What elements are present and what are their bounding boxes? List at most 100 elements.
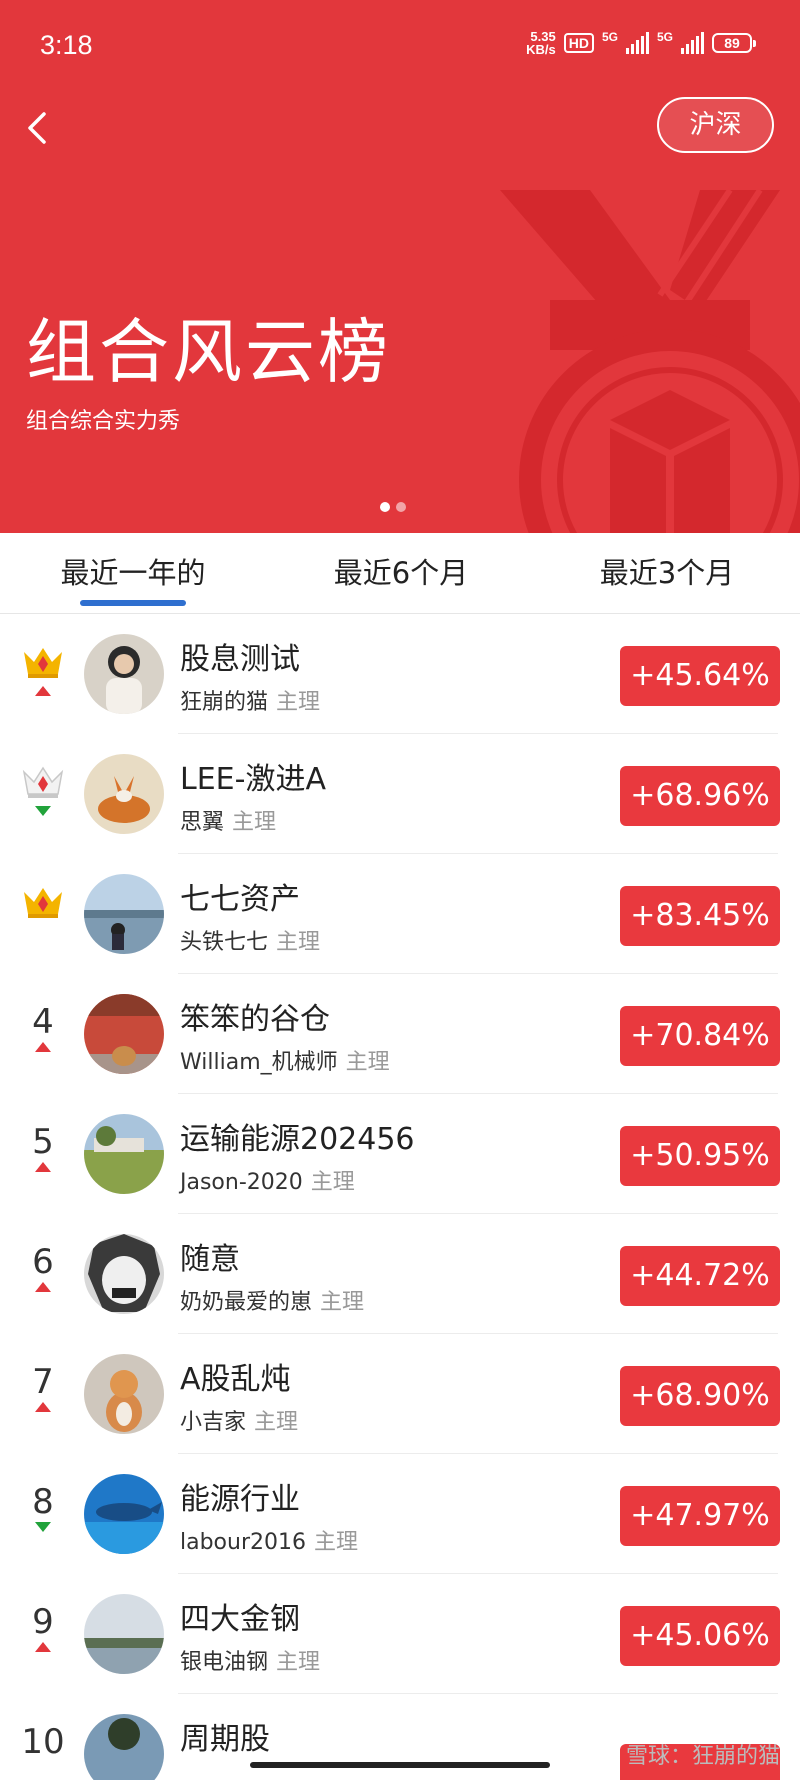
gold-crown-icon	[24, 888, 62, 918]
rank-number: 9	[32, 1602, 54, 1642]
owner-name[interactable]: 银电油钢	[180, 1650, 268, 1675]
portfolio-name[interactable]: 周期股	[180, 1714, 270, 1758]
trend-down-icon	[35, 806, 51, 816]
rank-indicator: 8	[16, 1484, 70, 1544]
owner-info: William_机械师 主理	[180, 1044, 390, 1076]
rank-indicator	[16, 764, 70, 824]
owner-info: 银电油钢 主理	[180, 1644, 320, 1676]
rank-number: 5	[32, 1122, 54, 1162]
return-badge: +70.84%	[620, 1006, 780, 1066]
portfolio-name[interactable]: 运输能源202456	[180, 1114, 415, 1158]
page-subtitle: 组合综合实力秀	[26, 409, 181, 434]
portfolio-name[interactable]: A股乱炖	[180, 1354, 291, 1398]
avatar	[84, 1474, 164, 1554]
owner-info: 思翼 主理	[180, 804, 276, 836]
tab-six-months[interactable]: 最近6个月	[308, 533, 494, 613]
trend-up-icon	[35, 1282, 51, 1292]
owner-info: labour2016 主理	[180, 1524, 358, 1556]
list-item[interactable]: 9 四大金钢 银电油钢 主理 +45.06%	[0, 1574, 800, 1694]
tab-three-months[interactable]: 最近3个月	[574, 533, 760, 613]
owner-name[interactable]: Jason-2020	[180, 1170, 303, 1195]
list-item[interactable]: LEE-激进A 思翼 主理 +68.96%	[0, 734, 800, 854]
owner-info: Jason-2020 主理	[180, 1164, 355, 1196]
network-type-1: 5G	[601, 30, 618, 44]
avatar	[84, 874, 164, 954]
owner-name[interactable]: 头铁七七	[180, 930, 268, 955]
carousel-dot[interactable]	[396, 502, 406, 512]
status-bar: 3:18 5.35 KB/s HD 5G 5G 89	[0, 0, 800, 96]
list-item[interactable]: 七七资产 头铁七七 主理 +83.45%	[0, 854, 800, 974]
owner-name[interactable]: 小吉家	[180, 1410, 246, 1435]
carousel-dot[interactable]	[380, 502, 390, 512]
role-label: 主理	[254, 1410, 299, 1435]
portfolio-name[interactable]: 能源行业	[180, 1474, 300, 1518]
rank-number: 7	[32, 1362, 54, 1402]
owner-name[interactable]: 奶奶最爱的崽	[180, 1290, 312, 1315]
page-title: 组合风云榜	[26, 311, 391, 393]
portfolio-name[interactable]: 笨笨的谷仓	[180, 994, 330, 1038]
hero-banner: 3:18 5.35 KB/s HD 5G 5G 89 沪深 组合风云榜 组合综合…	[0, 0, 800, 533]
chevron-left-icon[interactable]	[18, 108, 58, 148]
owner-info: 奶奶最爱的崽 主理	[180, 1284, 364, 1316]
owner-name[interactable]: labour2016	[180, 1530, 306, 1555]
role-label: 主理	[232, 810, 277, 835]
list-item[interactable]: 5 运输能源202456 Jason-2020 主理 +50.95%	[0, 1094, 800, 1214]
rank-indicator: 10	[16, 1724, 70, 1780]
network-type-2: 5G	[656, 30, 673, 44]
portfolio-name[interactable]: LEE-激进A	[180, 754, 326, 798]
owner-name[interactable]: 狂崩的猫	[180, 690, 268, 715]
hd-icon: HD	[563, 33, 594, 53]
list-item[interactable]: 股息测试 狂崩的猫 主理 +45.64%	[0, 614, 800, 734]
role-label: 主理	[276, 690, 321, 715]
list-item[interactable]: 7 A股乱炖 小吉家 主理 +68.90%	[0, 1334, 800, 1454]
avatar	[84, 1714, 164, 1780]
rank-indicator	[16, 884, 70, 944]
speed-unit: KB/s	[526, 42, 556, 57]
role-label: 主理	[276, 930, 321, 955]
active-tab-indicator	[80, 600, 186, 606]
owner-name[interactable]: 思翼	[180, 810, 224, 835]
avatar	[84, 634, 164, 714]
owner-info: 头铁七七 主理	[180, 924, 320, 956]
owner-name[interactable]: William_机械师	[180, 1050, 338, 1075]
return-badge: +44.72%	[620, 1246, 780, 1306]
trend-up-icon	[35, 1642, 51, 1652]
silver-crown-icon	[22, 766, 64, 798]
rank-number: 8	[32, 1482, 54, 1522]
carousel-dots	[380, 502, 406, 512]
return-badge: +45.64%	[620, 646, 780, 706]
watermark: 雪球：狂崩的猫	[625, 1744, 780, 1769]
rank-number: 6	[32, 1242, 54, 1282]
rank-number: 4	[32, 1002, 54, 1042]
trend-up-icon	[35, 686, 51, 696]
market-switch-button[interactable]: 沪深	[657, 97, 774, 153]
role-label: 主理	[345, 1050, 390, 1075]
status-icons: 5.35 KB/s HD 5G 5G 89	[526, 30, 756, 56]
trend-up-icon	[35, 1402, 51, 1412]
return-badge: +83.45%	[620, 886, 780, 946]
return-badge: +47.97%	[620, 1486, 780, 1546]
rank-indicator: 5	[16, 1124, 70, 1184]
rank-indicator: 6	[16, 1244, 70, 1304]
list-item[interactable]: 6 随意 奶奶最爱的崽 主理 +44.72%	[0, 1214, 800, 1334]
portfolio-name[interactable]: 随意	[180, 1234, 240, 1278]
medal-icon	[500, 190, 800, 533]
rank-indicator: 4	[16, 1004, 70, 1064]
portfolio-name[interactable]: 七七资产	[180, 874, 300, 918]
list-item[interactable]: 8 能源行业 labour2016 主理 +47.97%	[0, 1454, 800, 1574]
list-item[interactable]: 4 笨笨的谷仓 William_机械师 主理 +70.84%	[0, 974, 800, 1094]
portfolio-name[interactable]: 四大金钢	[180, 1594, 300, 1638]
role-label: 主理	[314, 1530, 359, 1555]
return-badge: +68.96%	[620, 766, 780, 826]
rank-indicator: 9	[16, 1604, 70, 1664]
signal-icon	[681, 32, 704, 54]
gold-crown-icon	[24, 648, 62, 678]
network-speed: 5.35 KB/s	[526, 30, 556, 56]
portfolio-name[interactable]: 股息测试	[180, 634, 300, 678]
home-indicator[interactable]	[250, 1762, 550, 1768]
avatar	[84, 1354, 164, 1434]
role-label: 主理	[320, 1290, 365, 1315]
avatar	[84, 754, 164, 834]
trend-down-icon	[35, 1522, 51, 1532]
avatar	[84, 1114, 164, 1194]
